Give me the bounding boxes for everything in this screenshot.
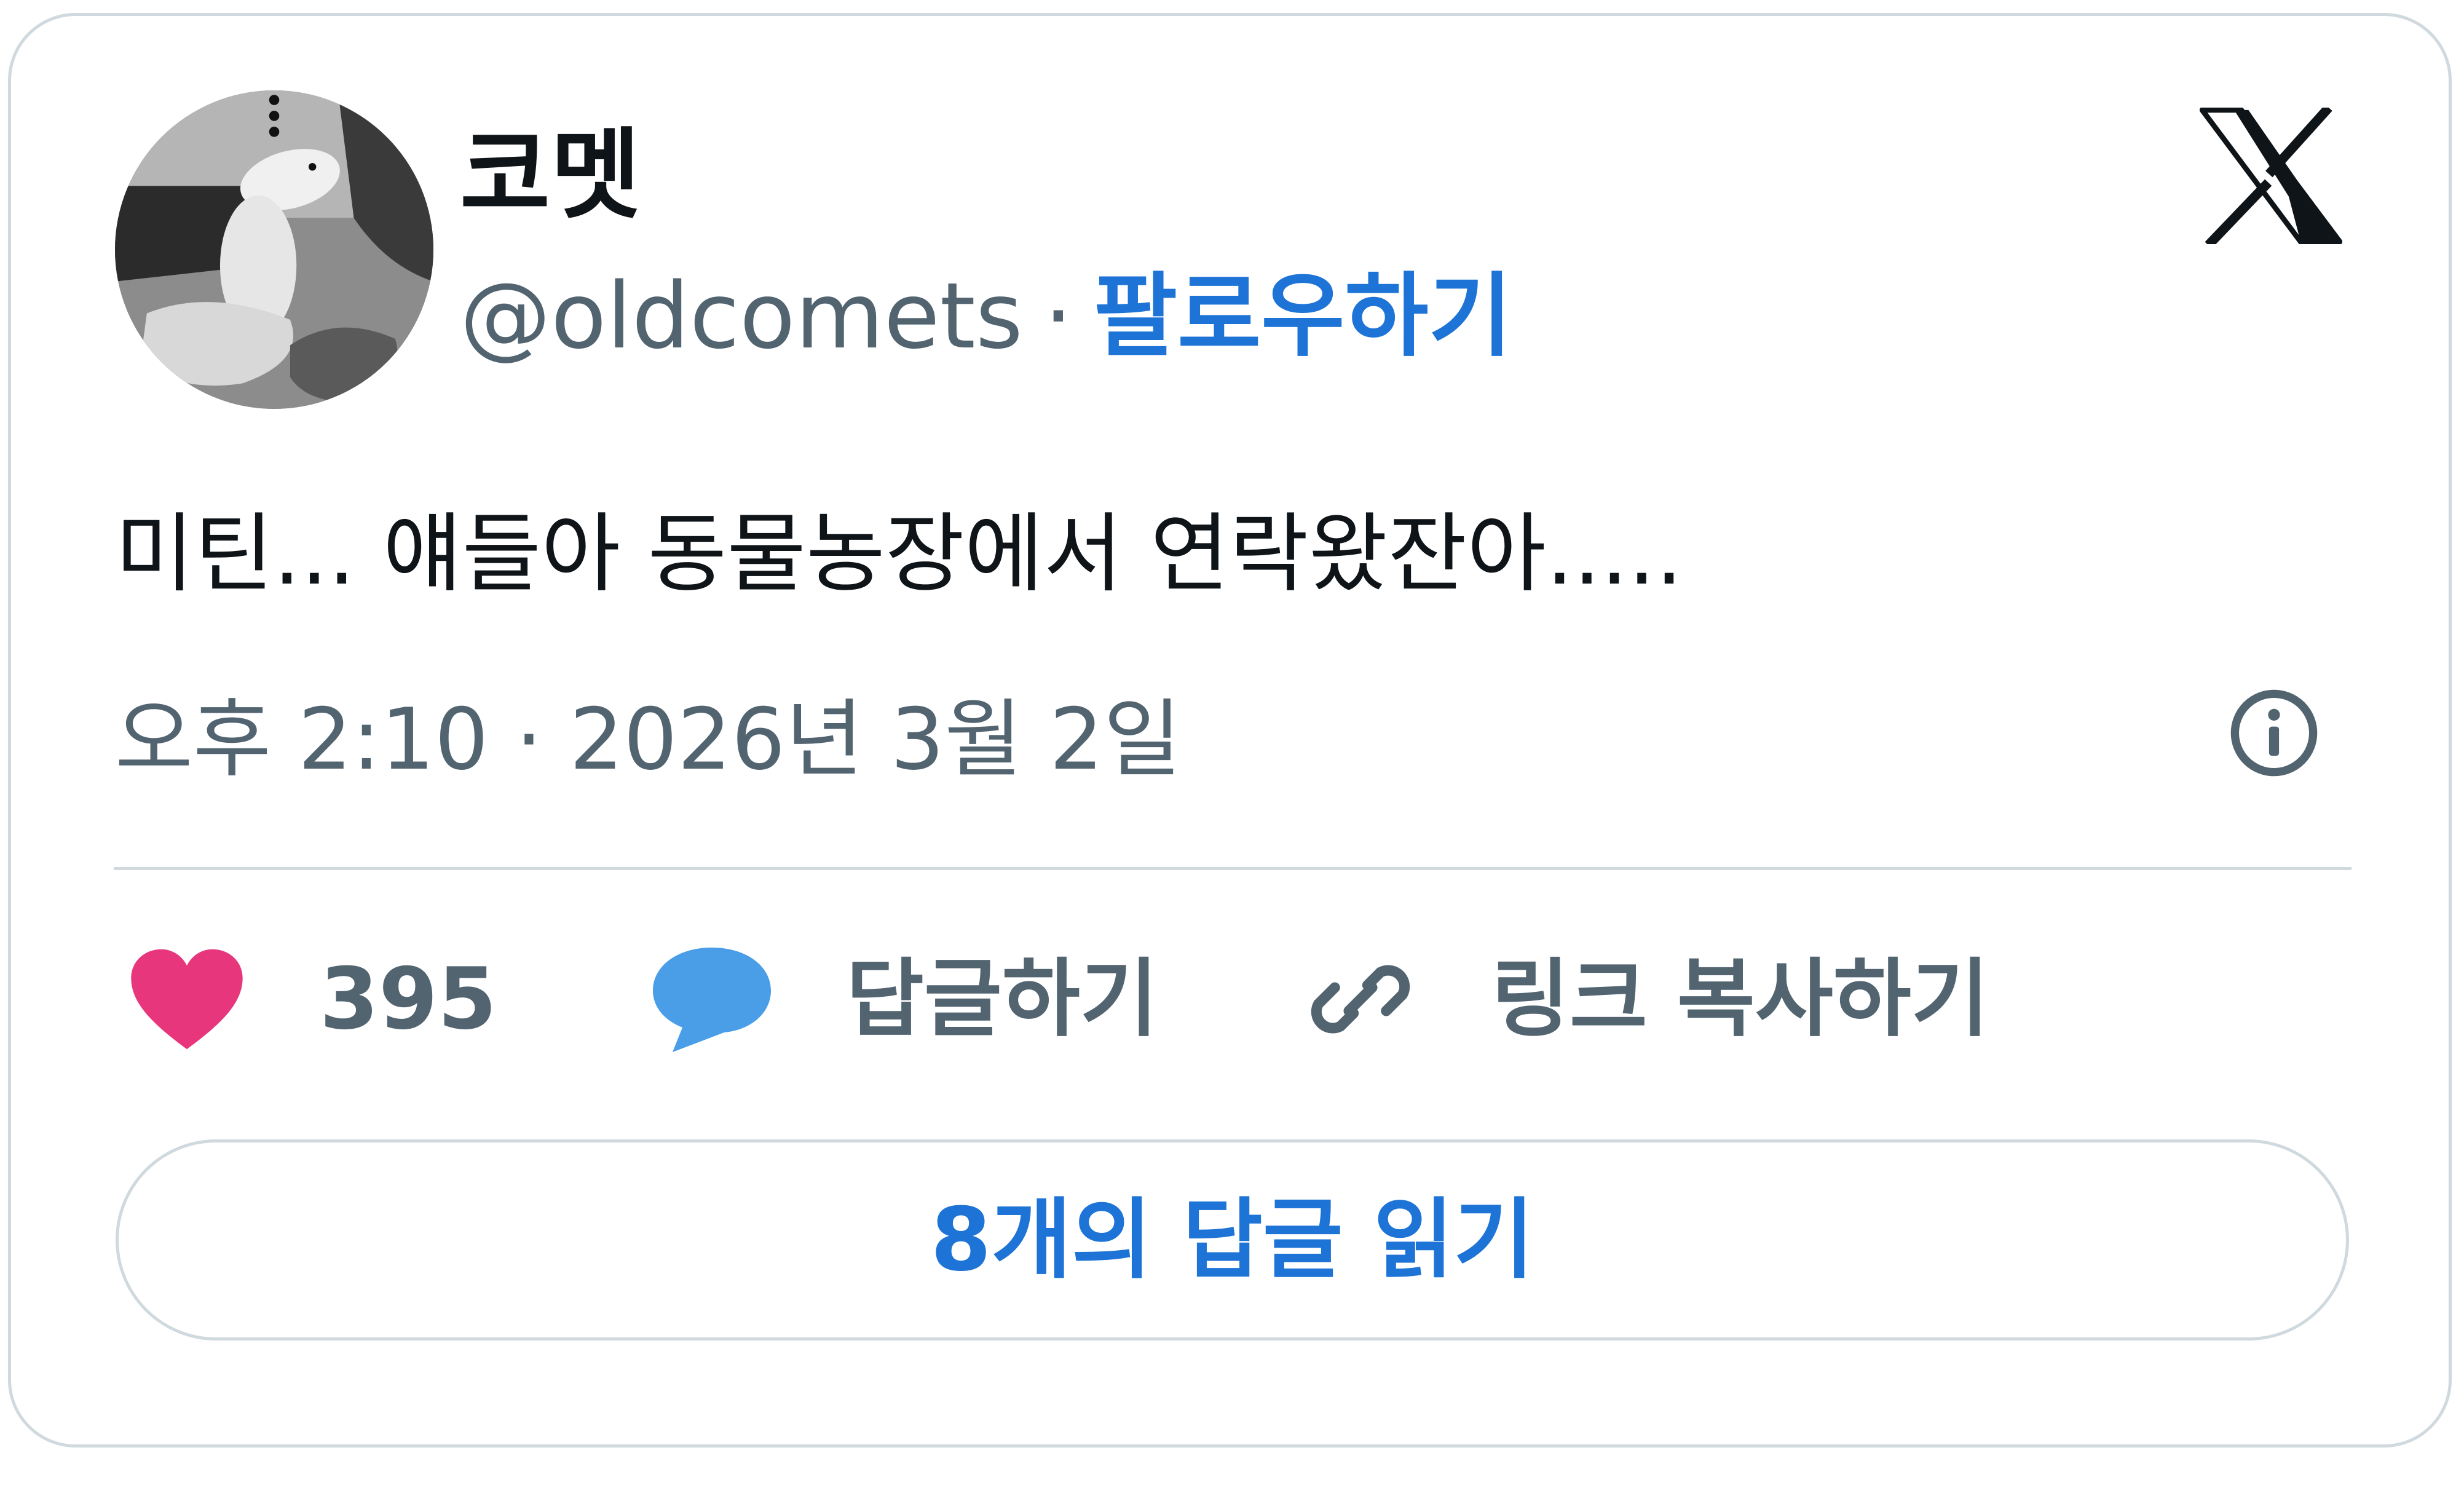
like-button[interactable]: 395 bbox=[128, 941, 497, 1058]
link-icon bbox=[1311, 965, 1410, 1034]
copy-link-label: 링크 복사하기 bbox=[1491, 949, 1989, 1048]
read-replies-button[interactable]: 8개의 답글 읽기 bbox=[116, 1139, 2349, 1341]
separator-dot: · bbox=[1043, 263, 1073, 369]
heart-icon bbox=[131, 949, 243, 1050]
user-handle[interactable]: @oldcomets bbox=[460, 263, 1023, 369]
avatar[interactable] bbox=[115, 90, 433, 409]
follow-button[interactable]: 팔로우하기 bbox=[1094, 263, 1512, 369]
reply-button[interactable]: 답글하기 bbox=[650, 941, 1158, 1058]
copy-link-button[interactable]: 링크 복사하기 bbox=[1302, 941, 1989, 1058]
tweet-text: 미틴... 얘들아 동물농장에서 연락왔잔아..... bbox=[115, 504, 1683, 604]
handle-row: @oldcomets · 팔로우하기 bbox=[460, 271, 1512, 362]
like-count: 395 bbox=[320, 949, 497, 1048]
x-logo-icon[interactable] bbox=[2200, 108, 2342, 244]
tweet-timestamp[interactable]: 오후 2:10 · 2026년 3월 2일 bbox=[115, 693, 1182, 786]
info-icon[interactable] bbox=[2229, 687, 2320, 778]
reply-label: 답글하기 bbox=[846, 949, 1158, 1048]
divider bbox=[114, 867, 2351, 870]
speech-bubble-icon bbox=[653, 948, 771, 1052]
avatar-image bbox=[115, 90, 433, 409]
read-replies-label: 8개의 답글 읽기 bbox=[930, 1189, 1534, 1291]
display-name[interactable]: 코멧 bbox=[460, 126, 641, 224]
